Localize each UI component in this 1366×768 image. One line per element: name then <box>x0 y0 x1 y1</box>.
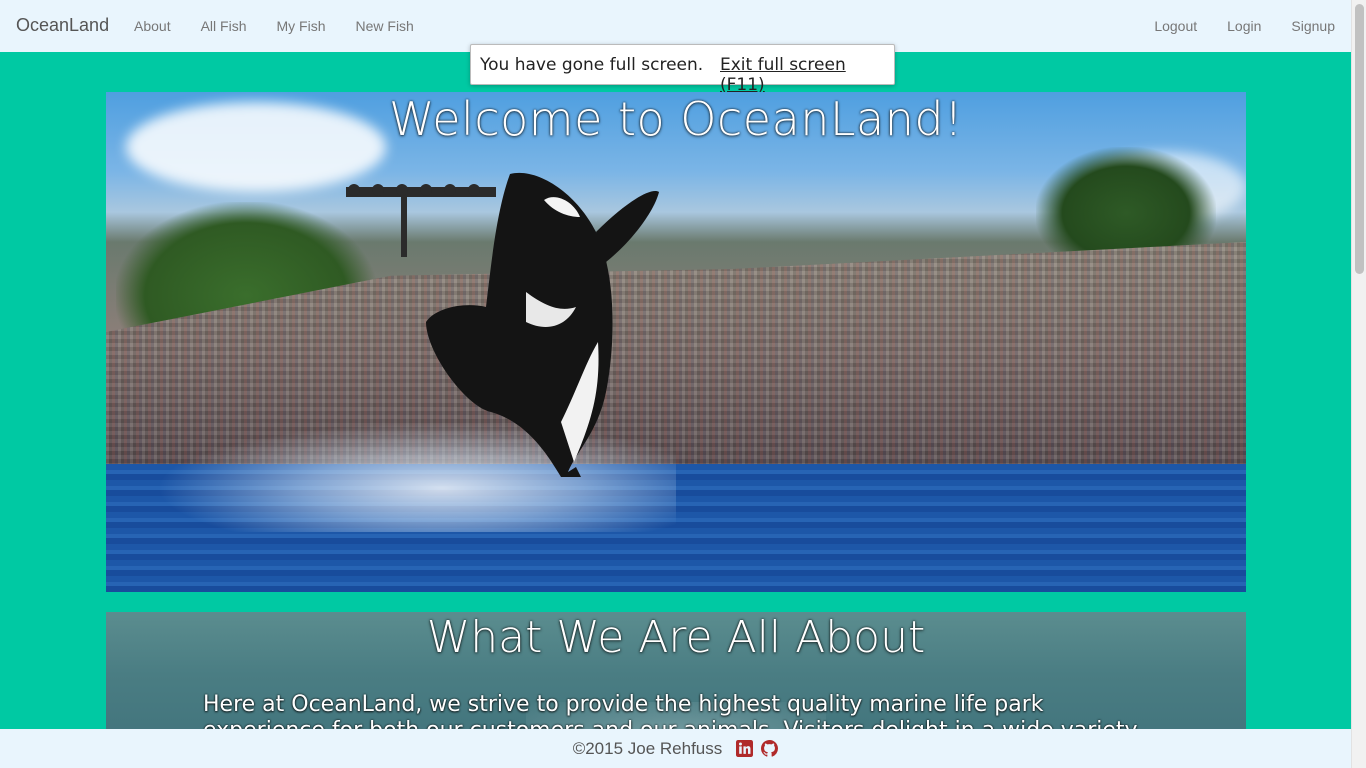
nav-link-signup[interactable]: Signup <box>1291 18 1335 34</box>
nav-link-login[interactable]: Login <box>1227 18 1261 34</box>
fullscreen-message: You have gone full screen. <box>480 55 704 75</box>
copyright-text: ©2015 Joe Rehfuss <box>572 738 723 758</box>
about-title: What We Are All About <box>426 612 926 663</box>
nav-left: About All Fish My Fish New Fish <box>134 18 414 34</box>
orca-image <box>346 172 659 477</box>
nav-link-new-fish[interactable]: New Fish <box>356 18 414 34</box>
footer: ©2015 Joe Rehfuss <box>0 729 1351 768</box>
brand-link[interactable]: OceanLand <box>16 15 109 36</box>
scrollbar-thumb[interactable] <box>1355 4 1364 274</box>
nav-link-logout[interactable]: Logout <box>1154 18 1197 34</box>
nav-right: Logout Login Signup <box>1154 18 1335 34</box>
linkedin-icon[interactable] <box>736 740 754 757</box>
hero-title: Welcome to OceanLand! <box>388 92 964 146</box>
nav-link-about[interactable]: About <box>134 18 171 34</box>
fullscreen-notification: You have gone full screen. Exit full scr… <box>470 44 895 95</box>
vertical-scrollbar[interactable] <box>1351 0 1366 768</box>
nav-link-my-fish[interactable]: My Fish <box>277 18 326 34</box>
hero-banner: Welcome to OceanLand! <box>106 92 1246 592</box>
exit-fullscreen-link[interactable]: Exit full screen (F11) <box>720 55 894 95</box>
nav-link-all-fish[interactable]: All Fish <box>201 18 247 34</box>
light-rig <box>346 184 496 257</box>
github-icon[interactable] <box>761 740 779 757</box>
